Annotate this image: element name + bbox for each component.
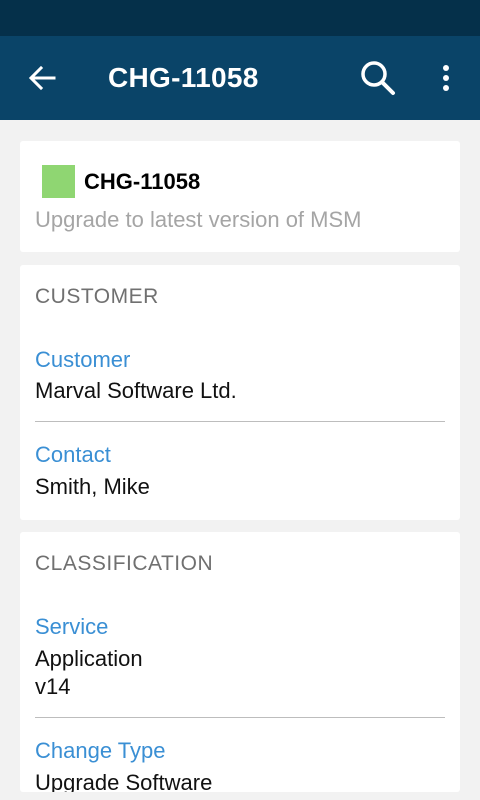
- section-title-customer: CUSTOMER: [35, 285, 159, 308]
- field-label: Change Type: [35, 738, 166, 763]
- page-title: CHG-11058: [108, 62, 259, 93]
- field-contact[interactable]: Contact Smith, Mike: [35, 442, 445, 501]
- field-customer[interactable]: Customer Marval Software Ltd.: [35, 347, 445, 405]
- classification-section-card: CLASSIFICATION Service Application v14 C…: [20, 532, 460, 792]
- field-service[interactable]: Service Application v14: [35, 614, 445, 701]
- field-value: Upgrade Software: [35, 770, 213, 792]
- change-header-row: CHG-11058: [42, 165, 200, 198]
- field-value: Smith, Mike: [35, 474, 150, 499]
- field-change-type[interactable]: Change Type Upgrade Software: [35, 738, 445, 792]
- status-indicator: [42, 165, 75, 198]
- customer-section-card: CUSTOMER Customer Marval Software Ltd. C…: [20, 265, 460, 520]
- search-icon: [361, 61, 395, 95]
- change-summary-card: CHG-11058 Upgrade to latest version of M…: [20, 141, 460, 252]
- section-title-classification: CLASSIFICATION: [35, 552, 214, 575]
- field-label: Customer: [35, 347, 131, 372]
- field-value-line1: Application: [35, 646, 143, 671]
- field-label: Service: [35, 614, 109, 639]
- change-reference: CHG-11058: [84, 168, 201, 194]
- more-vertical-icon: [443, 65, 449, 91]
- more-menu-button[interactable]: [430, 62, 462, 94]
- app-bar: CHG-11058: [0, 36, 480, 120]
- divider: [35, 421, 445, 422]
- search-button[interactable]: [358, 58, 398, 98]
- field-label: Contact: [35, 442, 111, 467]
- arrow-left-icon: [28, 65, 56, 91]
- field-value: Marval Software Ltd.: [35, 378, 237, 403]
- divider: [35, 717, 445, 718]
- status-bar: [0, 0, 480, 36]
- field-value-line2: v14: [35, 674, 71, 699]
- back-button[interactable]: [26, 62, 58, 94]
- change-description: Upgrade to latest version of MSM: [35, 207, 362, 232]
